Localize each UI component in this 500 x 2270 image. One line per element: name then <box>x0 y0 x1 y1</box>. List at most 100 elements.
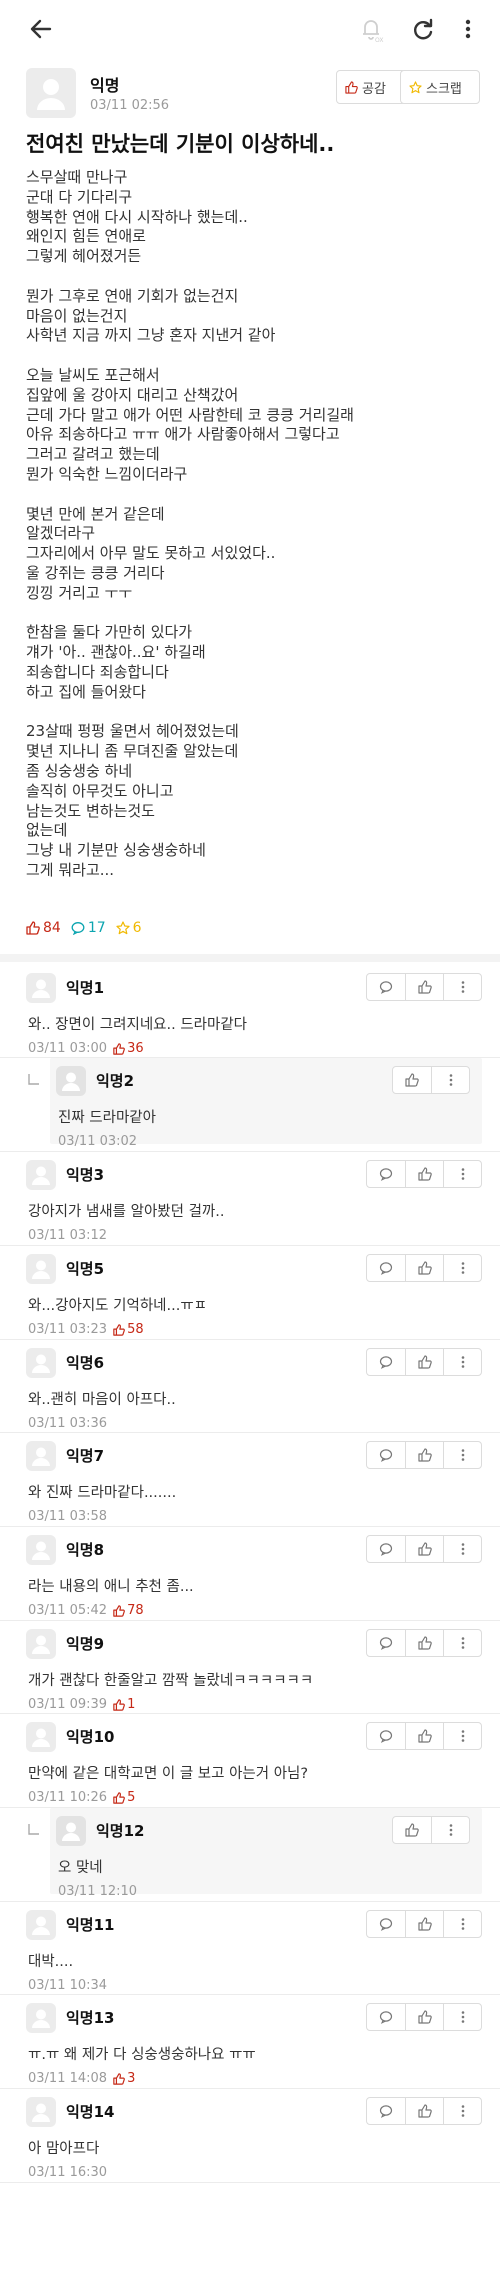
comment-text: 아 맘아프다 <box>28 2141 100 2157</box>
post-line: 그자리에서 아무 말도 못하고 서있었다.. <box>26 544 276 563</box>
comment-more-button[interactable] <box>443 1630 481 1656</box>
post-paragraph: 한참을 둘다 가만히 있다가 걔가 '아.. 괜찮아..요' 하길래 죄송합니다 죄… <box>26 623 476 702</box>
post-body: 스무살때 만나구 군대 다 기다리구 행복한 연애 다시 시작하나 했는데.. 왜인지… <box>26 168 476 900</box>
comment-vote-value: 3 <box>127 2071 136 2086</box>
comment-like-button[interactable] <box>393 1817 431 1843</box>
comment-like-button[interactable] <box>405 1630 443 1656</box>
comment-more-button[interactable] <box>443 2098 481 2124</box>
comment-like-button[interactable] <box>405 1349 443 1375</box>
more-vertical-icon <box>444 1073 458 1087</box>
thumbs-up-icon <box>113 1791 125 1804</box>
comment-actions <box>366 1722 482 1750</box>
comment-more-button[interactable] <box>443 1349 481 1375</box>
like-button[interactable]: 공감 <box>336 70 406 104</box>
comment: 익명3 강아지가 냄새를 알아봤던 걸까.. 03/11 03:12 <box>0 1152 500 1246</box>
more-vertical-icon <box>456 1917 470 1931</box>
post-line: 사학년 지금 까지 그냥 혼자 지낸거 같아 <box>26 326 276 345</box>
comment-actions <box>366 1254 482 1282</box>
post-line: 그렇게 헤어졌거든 <box>26 247 142 266</box>
thumbs-up-icon <box>26 921 40 935</box>
comment-actions <box>366 1348 482 1376</box>
more-vertical-icon <box>456 2104 470 2118</box>
comment-more-button[interactable] <box>431 1067 469 1093</box>
post-paragraph: 오늘 날씨도 포근해서 집앞에 울 강아지 대리고 산책갔어 근데 가다 말고 애가… <box>26 366 476 485</box>
comment-author: 익명8 <box>66 1541 105 1559</box>
comment-more-button[interactable] <box>443 1161 481 1187</box>
post-paragraph: 몇년 만에 본거 같은데 알겠더라구 그자리에서 아무 말도 못하고 서있었다.. 울… <box>26 505 476 604</box>
bell-off-icon[interactable]: OX <box>356 14 386 44</box>
comment-like-button[interactable] <box>405 2098 443 2124</box>
comment-like-button[interactable] <box>405 1255 443 1281</box>
reply-arrow-icon <box>24 1072 44 1092</box>
comment-more-button[interactable] <box>443 1536 481 1562</box>
back-arrow-icon[interactable] <box>26 14 56 44</box>
comment-time: 03/11 03:58 <box>28 1509 108 1524</box>
post-line: 알겠더라구 <box>26 524 96 543</box>
post-line: 낑낑 거리고 ㅜㅜ <box>26 583 133 602</box>
comment-author: 익명6 <box>66 1354 105 1372</box>
comment-actions <box>366 1910 482 1938</box>
more-vertical-icon <box>456 1167 470 1181</box>
thumbs-up-icon <box>345 80 358 94</box>
comment-text: 오 맞네 <box>58 1860 103 1876</box>
comment-vote-count: 78 <box>113 1603 144 1618</box>
comment-more-button[interactable] <box>443 2004 481 2030</box>
reply-button[interactable] <box>367 1911 405 1937</box>
thumbs-up-icon <box>417 1355 432 1369</box>
more-vertical-icon <box>456 1636 470 1650</box>
refresh-icon[interactable] <box>408 14 438 44</box>
comment-more-button[interactable] <box>443 1911 481 1937</box>
reply-arrow-icon <box>24 1822 44 1842</box>
thumbs-up-icon <box>113 1042 125 1055</box>
thumbs-up-icon <box>417 2010 432 2024</box>
comment-author: 익명7 <box>66 1447 105 1465</box>
thumbs-up-icon <box>417 2104 432 2118</box>
reply-button[interactable] <box>367 974 405 1000</box>
comment-text: 개가 괜찮다 한줄알고 깜짝 놀랐네ㅋㅋㅋㅋㅋㅋ <box>28 1673 314 1689</box>
comment-like-button[interactable] <box>405 1536 443 1562</box>
comment-like-button[interactable] <box>393 1067 431 1093</box>
comment-meta: 03/11 05:42 78 <box>28 1603 144 1618</box>
comment-meta: 03/11 03:12 <box>28 1228 107 1243</box>
comment-more-button[interactable] <box>431 1817 469 1843</box>
comment-more-button[interactable] <box>443 1255 481 1281</box>
reply-button[interactable] <box>367 1161 405 1187</box>
comment-like-button[interactable] <box>405 1442 443 1468</box>
reply-button[interactable] <box>367 1349 405 1375</box>
like-button-label: 공감 <box>362 81 386 97</box>
reply-button[interactable] <box>367 2004 405 2030</box>
comment-bubble-icon <box>379 1448 393 1462</box>
comment-like-button[interactable] <box>405 1723 443 1749</box>
reply-button[interactable] <box>367 1723 405 1749</box>
comment-more-button[interactable] <box>443 1723 481 1749</box>
reply-box: 익명2 진짜 드라마같아 03/11 03:02 <box>50 1058 482 1149</box>
comment-actions <box>366 1441 482 1469</box>
comment-actions <box>366 973 482 1001</box>
comment-meta: 03/11 10:34 <box>28 1978 107 1993</box>
comment-actions <box>366 1160 482 1188</box>
comment-text: 와 진짜 드라마같다....... <box>28 1485 177 1501</box>
comment-like-button[interactable] <box>405 1161 443 1187</box>
post-line: 그러고 갈려고 했는데 <box>26 445 160 464</box>
comment-bubble-icon <box>71 921 85 935</box>
comment-bubble-icon <box>379 1729 393 1743</box>
comment-time: 03/11 14:08 <box>28 2071 108 2086</box>
comment-like-button[interactable] <box>405 2004 443 2030</box>
comment-more-button[interactable] <box>443 1442 481 1468</box>
avatar <box>56 1816 86 1846</box>
post-line: 스무살때 만나구 <box>26 168 128 186</box>
reply-button[interactable] <box>367 2098 405 2124</box>
comment-like-button[interactable] <box>405 974 443 1000</box>
comment-more-button[interactable] <box>443 974 481 1000</box>
more-vertical-icon[interactable] <box>456 14 480 44</box>
comment-like-button[interactable] <box>405 1911 443 1937</box>
comment-author: 익명9 <box>66 1635 105 1653</box>
scrap-button[interactable]: 스크랩 <box>400 70 480 104</box>
reply-button[interactable] <box>367 1442 405 1468</box>
reply-button[interactable] <box>367 1536 405 1562</box>
post-line: 왜인지 힘든 연애로 <box>26 227 146 246</box>
post-paragraph: 스무살때 만나구 군대 다 기다리구 행복한 연애 다시 시작하나 했는데.. 왜인지… <box>26 168 476 267</box>
comment-actions <box>366 2097 482 2125</box>
reply-button[interactable] <box>367 1255 405 1281</box>
reply-button[interactable] <box>367 1630 405 1656</box>
